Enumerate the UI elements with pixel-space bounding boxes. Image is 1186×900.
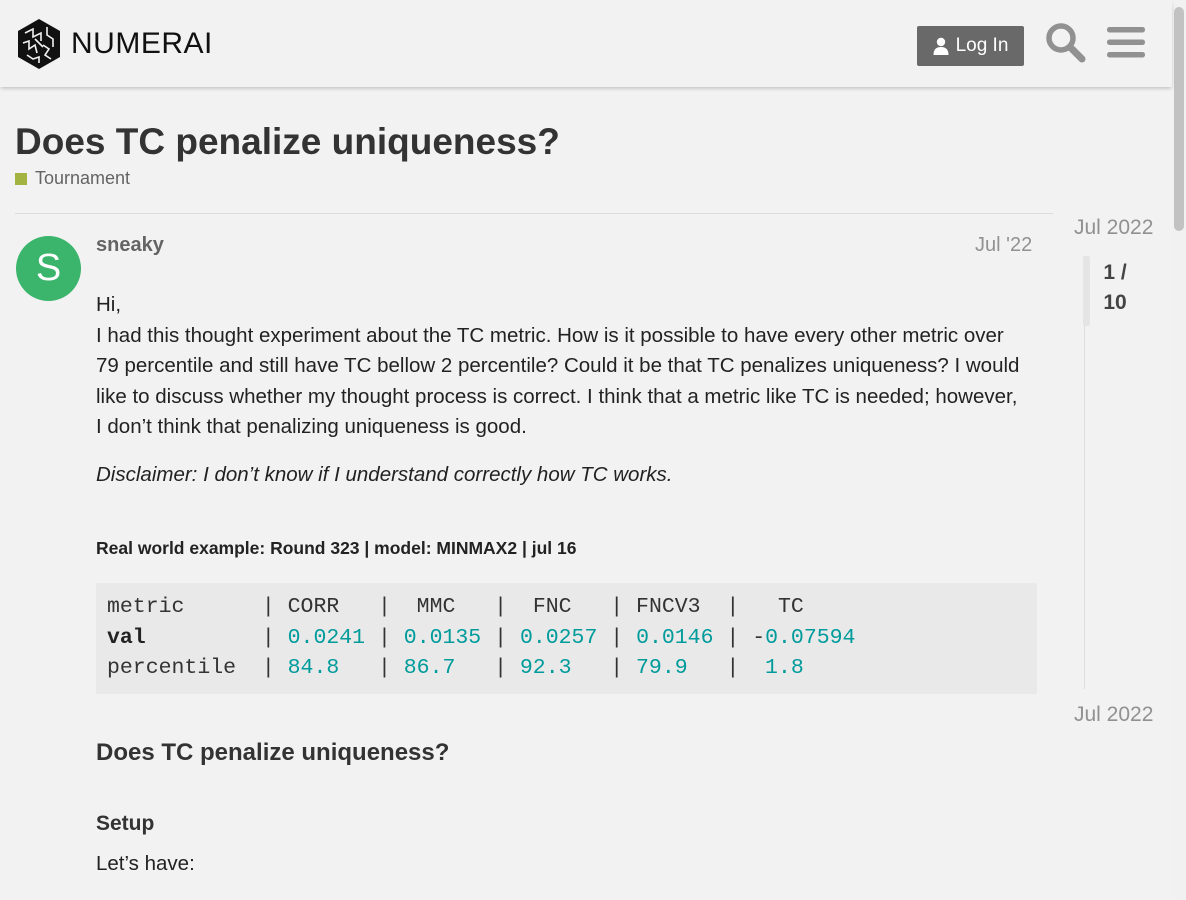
login-button[interactable]: Log In [917, 26, 1024, 66]
example-heading: Real world example: Round 323 | model: M… [96, 538, 577, 558]
login-label: Log In [955, 35, 1009, 56]
category-color-swatch [15, 172, 27, 185]
hamburger-menu-icon[interactable] [1107, 25, 1145, 59]
logo-text: NUMERAI [71, 27, 213, 60]
timeline-handle[interactable] [1083, 256, 1090, 326]
section-heading: Does TC penalize uniqueness? [96, 739, 450, 766]
scrollbar-thumb[interactable] [1174, 7, 1184, 231]
category-label: Tournament [35, 168, 131, 188]
category-badge[interactable]: Tournament [15, 168, 130, 189]
post-body: Hi, I had this thought experiment about … [96, 290, 1026, 443]
lets-have-text: Let’s have: [96, 852, 195, 875]
numerai-logo[interactable]: NUMERAI [15, 17, 213, 71]
site-header: NUMERAI Log In [0, 0, 1172, 87]
search-icon[interactable] [1044, 21, 1086, 63]
code-row-header: metric | CORR | MMC | FNC | FNCV3 | TC [107, 595, 804, 619]
metrics-code-block: metric | CORR | MMC | FNC | FNCV3 | TC v… [96, 583, 1037, 694]
setup-heading: Setup [96, 812, 155, 835]
post-paragraph: I had this thought experiment about the … [96, 323, 1020, 439]
code-row-percentile: percentile | 84.8 | 86.7 | 92.3 | 79.9 |… [107, 656, 804, 680]
timeline-end-date[interactable]: Jul 2022 [1074, 703, 1153, 727]
post-author-username[interactable]: sneaky [96, 234, 164, 257]
code-row-val: val | 0.0241 | 0.0135 | 0.0257 | 0.0146 … [107, 625, 856, 650]
title-divider [15, 213, 1053, 214]
post-date[interactable]: Jul '22 [975, 234, 1032, 257]
user-icon [933, 37, 949, 55]
timeline-start-date[interactable]: Jul 2022 [1074, 216, 1153, 240]
avatar[interactable]: S [16, 236, 81, 301]
post-greeting: Hi, [96, 293, 122, 316]
timeline-position: 1 / 10 [1103, 261, 1127, 314]
topic-title[interactable]: Does TC penalize uniqueness? [15, 121, 560, 163]
post-disclaimer: Disclaimer: I don’t know if I understand… [96, 463, 673, 486]
numerai-logo-mark-icon [18, 19, 60, 69]
